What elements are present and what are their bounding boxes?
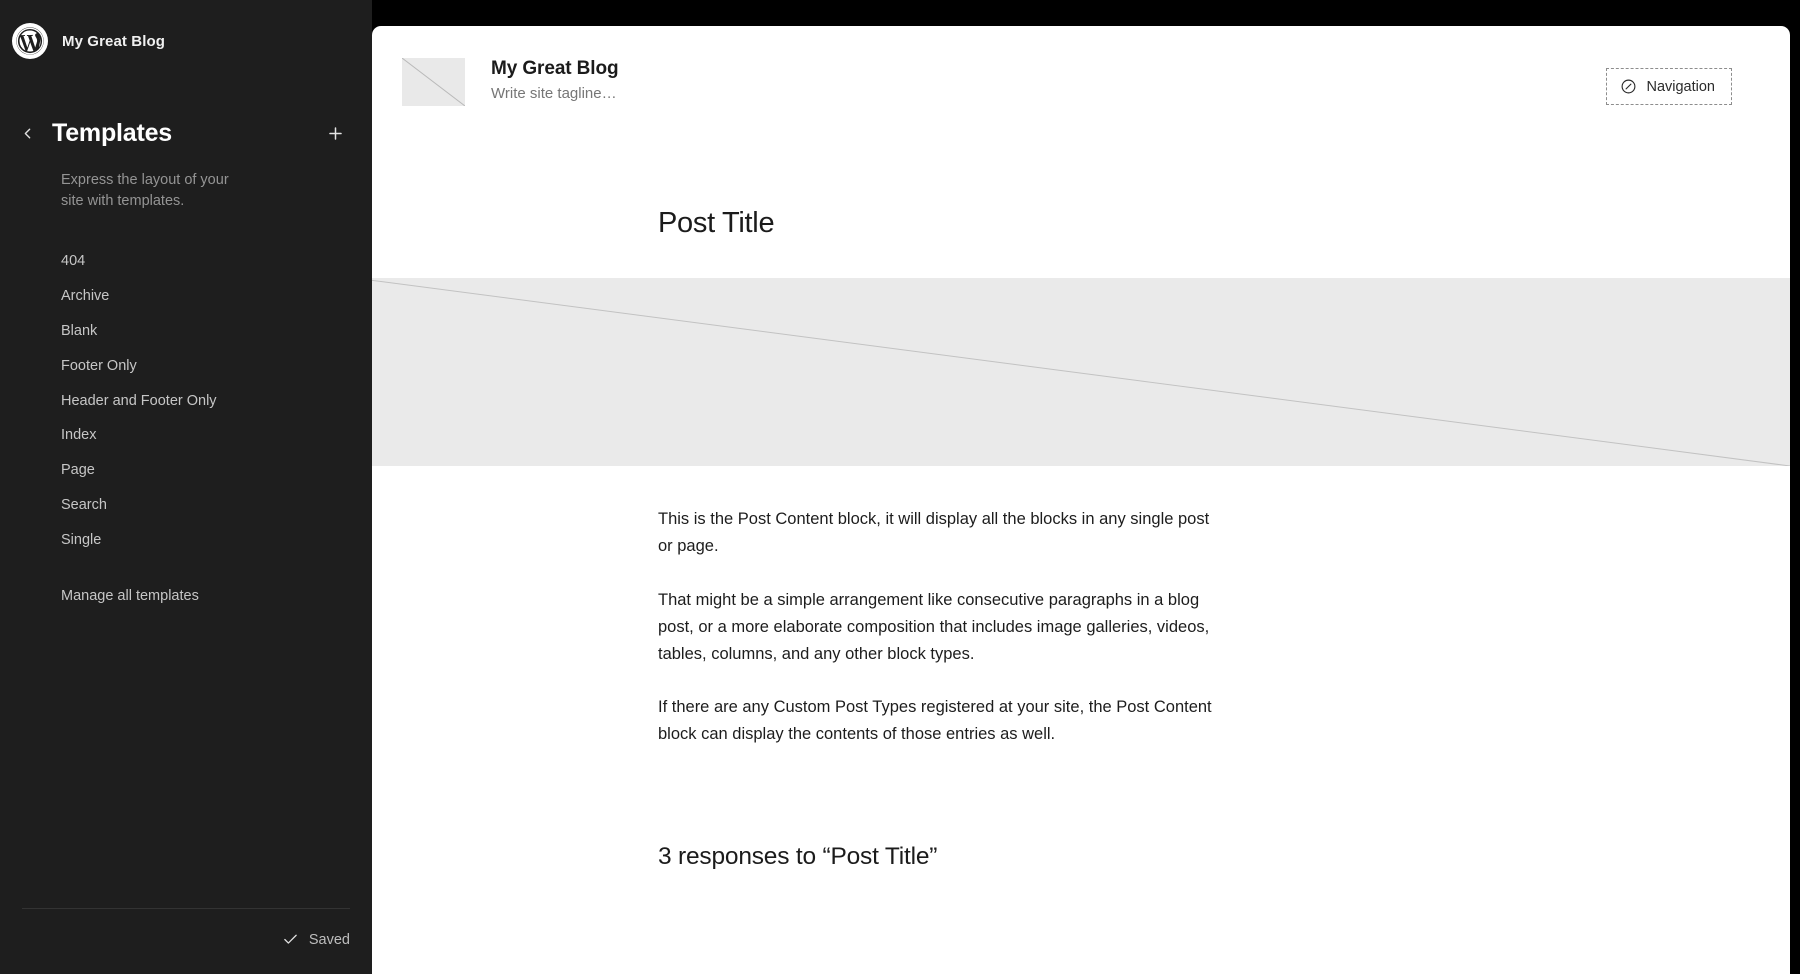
sidebar-item-archive[interactable]: Archive bbox=[0, 279, 372, 314]
post-paragraph[interactable]: If there are any Custom Post Types regis… bbox=[658, 694, 1216, 748]
post-paragraph[interactable]: That might be a simple arrangement like … bbox=[658, 587, 1216, 668]
sidebar-item-blank[interactable]: Blank bbox=[0, 314, 372, 349]
editor-canvas[interactable]: My Great Blog Write site tagline… Naviga… bbox=[372, 26, 1790, 974]
wordpress-logo-icon[interactable] bbox=[12, 23, 48, 59]
templates-list: 404 Archive Blank Footer Only Header and… bbox=[0, 244, 372, 558]
navigation-button-label: Navigation bbox=[1646, 78, 1715, 95]
sidebar-item-index[interactable]: Index bbox=[0, 418, 372, 453]
checkmark-icon bbox=[282, 931, 299, 948]
post-content-block[interactable]: This is the Post Content block, it will … bbox=[658, 506, 1216, 748]
site-tagline[interactable]: Write site tagline… bbox=[491, 85, 1606, 102]
chevron-left-icon[interactable] bbox=[10, 116, 44, 150]
sidebar-item-header-and-footer-only[interactable]: Header and Footer Only bbox=[0, 384, 372, 419]
site-header-block[interactable]: My Great Blog Write site tagline… Naviga… bbox=[372, 26, 1790, 134]
sidebar-item-page[interactable]: Page bbox=[0, 453, 372, 488]
sidebar-site-name: My Great Blog bbox=[62, 32, 165, 50]
templates-description: Express the layout of your site with tem… bbox=[61, 172, 229, 209]
save-status-bar[interactable]: Saved bbox=[22, 908, 350, 974]
sidebar-item-404[interactable]: 404 bbox=[0, 244, 372, 279]
post-title[interactable]: Post Title bbox=[658, 207, 1790, 240]
comments-heading[interactable]: 3 responses to “Post Title” bbox=[658, 843, 1790, 871]
navigation-button[interactable]: Navigation bbox=[1606, 68, 1732, 105]
page-title: Templates bbox=[52, 118, 173, 147]
status-badge: Saved bbox=[308, 931, 350, 948]
post-template-area: Post Title This is the Post Content bloc… bbox=[372, 207, 1790, 871]
site-identity: My Great Blog Write site tagline… bbox=[491, 54, 1606, 102]
image-placeholder-icon[interactable] bbox=[402, 58, 465, 106]
sidebar-item-single[interactable]: Single bbox=[0, 523, 372, 558]
sidebar-site-bar[interactable]: My Great Blog bbox=[0, 0, 372, 64]
templates-panel-header: Templates bbox=[0, 112, 372, 154]
plus-icon[interactable] bbox=[320, 118, 350, 148]
sidebar-item-search[interactable]: Search bbox=[0, 488, 372, 523]
navigation-circle-slash-icon bbox=[1620, 78, 1637, 95]
manage-all-templates-link[interactable]: Manage all templates bbox=[0, 580, 372, 612]
featured-image-placeholder[interactable] bbox=[372, 278, 1790, 466]
app-root: My Great Blog Templates Express the layo… bbox=[0, 0, 1800, 974]
sidebar: My Great Blog Templates Express the layo… bbox=[0, 0, 372, 974]
sidebar-item-footer-only[interactable]: Footer Only bbox=[0, 349, 372, 384]
site-title[interactable]: My Great Blog bbox=[491, 57, 1606, 81]
post-paragraph[interactable]: This is the Post Content block, it will … bbox=[658, 506, 1216, 560]
canvas-inner: My Great Blog Write site tagline… Naviga… bbox=[372, 26, 1790, 974]
